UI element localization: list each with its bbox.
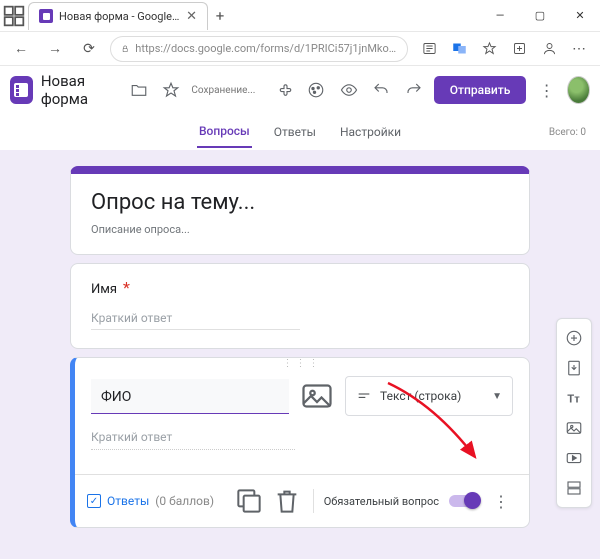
tab-responses[interactable]: Ответы: [272, 117, 318, 147]
short-answer-preview: Краткий ответ: [91, 311, 300, 330]
addons-button[interactable]: [271, 75, 295, 105]
more-menu-button[interactable]: ⋮: [534, 75, 558, 105]
address-bar[interactable]: https://docs.google.com/forms/d/1PRICi57…: [110, 36, 408, 62]
delete-button[interactable]: [271, 485, 303, 517]
svg-text:Tᴛ: Tᴛ: [567, 393, 580, 406]
close-tab-icon[interactable]: ✕: [186, 9, 197, 24]
translate-button[interactable]: [446, 36, 472, 62]
reader-button[interactable]: [416, 36, 442, 62]
more-button[interactable]: ⋯: [566, 36, 592, 62]
question-type-label: Текст (строка): [380, 389, 461, 403]
question-footer: ✓ Ответы (0 баллов) Обязательный вопрос …: [75, 475, 529, 527]
question-title-input[interactable]: [91, 379, 289, 414]
new-tab-button[interactable]: +: [208, 7, 232, 25]
window-maximize[interactable]: ▢: [520, 0, 560, 32]
drag-handle-icon[interactable]: ⋮⋮⋮: [75, 358, 529, 372]
question-card-1[interactable]: Имя * Краткий ответ: [70, 263, 530, 349]
collections-button[interactable]: [506, 36, 532, 62]
add-title-button[interactable]: Tᴛ: [559, 383, 589, 413]
window-titlebar: Новая форма - Google Формы ✕ + — ▢ ✕: [0, 0, 600, 32]
account-avatar[interactable]: [567, 76, 590, 104]
forms-logo-icon[interactable]: [10, 76, 33, 104]
form-description-input[interactable]: Описание опроса...: [91, 223, 509, 236]
browser-toolbar: ← → ⟳ https://docs.google.com/forms/d/1P…: [0, 32, 600, 66]
import-questions-button[interactable]: [559, 353, 589, 383]
total-points: Всего: 0: [549, 127, 586, 138]
question-type-dropdown[interactable]: Текст (строка) ▼: [345, 376, 513, 416]
tab-settings[interactable]: Настройки: [338, 117, 403, 147]
profile-button[interactable]: [536, 36, 562, 62]
window-minimize[interactable]: —: [480, 0, 520, 32]
editor-tabs: Вопросы Ответы Настройки Всего: 0: [0, 114, 600, 150]
send-button[interactable]: Отправить: [434, 76, 527, 104]
app-header: Новая форма Сохранение... Отправить ⋮: [0, 66, 600, 114]
add-video-button[interactable]: [559, 443, 589, 473]
window-close[interactable]: ✕: [560, 0, 600, 32]
url-text: https://docs.google.com/forms/d/1PRICi57…: [135, 42, 397, 55]
preview-button[interactable]: [336, 75, 360, 105]
add-section-button[interactable]: [559, 473, 589, 503]
redo-button[interactable]: [401, 75, 425, 105]
form-canvas: Опрос на тему... Описание опроса... Имя …: [0, 150, 600, 559]
form-title-card[interactable]: Опрос на тему... Описание опроса...: [70, 166, 530, 255]
question-label: Имя: [91, 282, 117, 297]
floating-toolbar: Tᴛ: [556, 318, 592, 508]
question-card-2[interactable]: ⋮⋮⋮ Текст (строка) ▼ Краткий ответ ✓ Отв…: [70, 357, 530, 528]
duplicate-button[interactable]: [233, 485, 265, 517]
reload-button[interactable]: ⟳: [76, 36, 102, 62]
save-status: Сохранение...: [191, 85, 255, 96]
tab-list-button[interactable]: [0, 2, 28, 30]
form-title-input[interactable]: Опрос на тему...: [91, 190, 509, 215]
window-controls: — ▢ ✕: [480, 0, 600, 32]
google-forms-favicon: [39, 9, 53, 23]
question-more-button[interactable]: ⋮: [485, 485, 517, 517]
answer-key-button[interactable]: ✓ Ответы: [87, 494, 149, 508]
required-indicator: *: [123, 278, 130, 297]
tab-questions[interactable]: Вопросы: [197, 116, 252, 148]
browser-tab[interactable]: Новая форма - Google Формы ✕: [28, 2, 208, 30]
short-answer-placeholder: Краткий ответ: [91, 430, 295, 450]
tab-title: Новая форма - Google Формы: [59, 10, 180, 23]
add-image-toolbar-button[interactable]: [559, 413, 589, 443]
theme-button[interactable]: [304, 75, 328, 105]
move-to-folder-button[interactable]: [126, 75, 150, 105]
points-label: (0 баллов): [155, 494, 214, 508]
short-text-icon: [356, 388, 372, 404]
lock-icon: [121, 43, 129, 55]
check-icon: ✓: [87, 494, 101, 508]
back-button[interactable]: ←: [8, 36, 34, 62]
required-label: Обязательный вопрос: [324, 495, 439, 508]
chevron-down-icon: ▼: [492, 391, 502, 402]
add-image-button[interactable]: [299, 378, 335, 414]
required-toggle[interactable]: [449, 495, 479, 507]
star-button[interactable]: [159, 75, 183, 105]
undo-button[interactable]: [369, 75, 393, 105]
add-question-button[interactable]: [559, 323, 589, 353]
document-title[interactable]: Новая форма: [41, 72, 119, 108]
favorites-button[interactable]: [476, 36, 502, 62]
forward-button[interactable]: →: [42, 36, 68, 62]
